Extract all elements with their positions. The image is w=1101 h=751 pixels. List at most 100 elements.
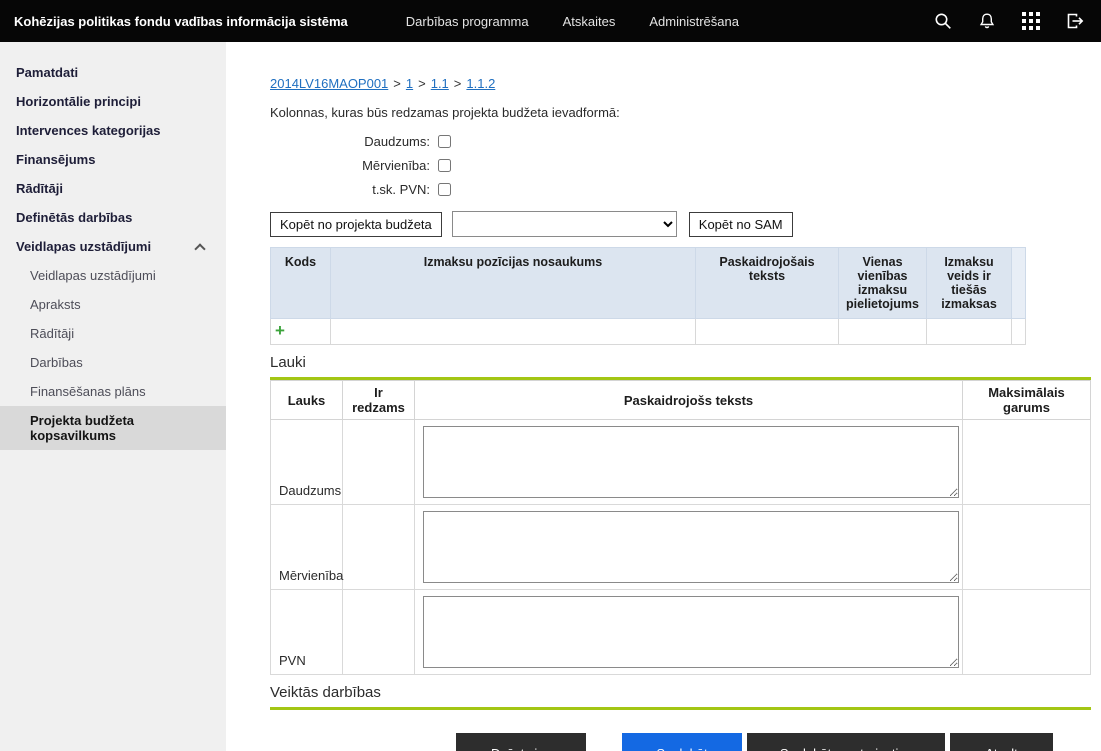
main-nav: Darbības programma Atskaites Administrēš… <box>406 14 739 29</box>
sidebar-item-label: Veidlapas uzstādījumi <box>16 239 151 254</box>
budget-col-position-name: Izmaksu pozīcijas nosaukums <box>331 248 696 319</box>
mervieniba-checkbox[interactable] <box>438 159 451 172</box>
pvn-checkbox[interactable] <box>438 183 451 196</box>
breadcrumb-link-1-1-2[interactable]: 1.1.2 <box>466 76 495 91</box>
pvn-text-input[interactable] <box>423 596 959 668</box>
sidebar-subitem-darbibas[interactable]: Darbības <box>0 348 226 377</box>
sidebar-item-definetas-darbibas[interactable]: Definētās darbības <box>0 203 226 232</box>
copy-source-select[interactable] <box>452 211 677 237</box>
sidebar-item-label: Horizontālie principi <box>16 94 141 109</box>
sidebar-item-raditaji[interactable]: Rādītāji <box>0 174 226 203</box>
sidebar-subitem-label: Rādītāji <box>30 326 74 341</box>
apps-grid-icon[interactable] <box>1021 11 1041 31</box>
sidebar-item-label: Finansējums <box>16 152 95 167</box>
actions-section-divider <box>270 707 1091 710</box>
sidebar-subitem-label: Darbības <box>30 355 83 370</box>
copy-controls-row: Kopēt no projekta budžeta Kopēt no SAM <box>270 211 1091 237</box>
sidebar-subitem-apraksts[interactable]: Apraksts <box>0 290 226 319</box>
mervieniba-text-input[interactable] <box>423 511 959 583</box>
sidebar-subitem-label: Apraksts <box>30 297 81 312</box>
fields-col-lauks: Lauks <box>271 381 343 420</box>
field-label: PVN <box>271 590 343 675</box>
nav-darbibas-programma[interactable]: Darbības programma <box>406 14 529 29</box>
breadcrumb-separator: > <box>418 76 426 91</box>
sidebar-item-label: Definētās darbības <box>16 210 132 225</box>
nav-administresana[interactable]: Administrēšana <box>649 14 739 29</box>
chevron-up-icon <box>194 243 205 254</box>
sidebar-subitem-finansesanas-plans[interactable]: Finansēšanas plāns <box>0 377 226 406</box>
breadcrumb-link-program[interactable]: 2014LV16MAOP001 <box>270 76 388 91</box>
sidebar-item-horizontalie-principi[interactable]: Horizontālie principi <box>0 87 226 116</box>
field-text-cell <box>415 505 963 590</box>
sidebar-item-pamatdati[interactable]: Pamatdati <box>0 58 226 87</box>
budget-col-kods: Kods <box>271 248 331 319</box>
actions-section-title: Veiktās darbības <box>270 684 1091 701</box>
sidebar-subitem-label: Projekta budžeta kopsavilkums <box>30 413 134 443</box>
budget-empty-cell <box>696 319 839 345</box>
breadcrumb-link-1-1[interactable]: 1.1 <box>431 76 449 91</box>
breadcrumb-separator: > <box>454 76 462 91</box>
budget-table-header-row: Kods Izmaksu pozīcijas nosaukums Paskaid… <box>271 248 1026 319</box>
field-maxlength-cell <box>963 590 1091 675</box>
sidebar-subitem-raditaji[interactable]: Rādītāji <box>0 319 226 348</box>
logout-icon[interactable] <box>1065 11 1085 31</box>
main-content: 2014LV16MAOP001>1>1.1>1.1.2 Kolonnas, ku… <box>226 42 1101 751</box>
breadcrumb-link-1[interactable]: 1 <box>406 76 413 91</box>
sidebar-subitem-veidlapas-uzstadijumi[interactable]: Veidlapas uzstādījumi <box>0 261 226 290</box>
field-text-cell <box>415 590 963 675</box>
sidebar-subitem-label: Veidlapas uzstādījumi <box>30 268 156 283</box>
save-button[interactable]: Saglabāt <box>622 733 742 751</box>
field-visible-cell <box>343 505 415 590</box>
search-icon[interactable] <box>933 11 953 31</box>
field-row-mervieniba: Mērvienība <box>271 505 1091 590</box>
sidebar-item-label: Pamatdati <box>16 65 78 80</box>
budget-positions-table: Kods Izmaksu pozīcijas nosaukums Paskaid… <box>270 247 1026 345</box>
field-text-cell <box>415 420 963 505</box>
app-title: Kohēzijas politikas fondu vadības inform… <box>0 14 362 29</box>
add-row-icon[interactable]: + <box>275 324 285 338</box>
sidebar-item-intervences-kategorijas[interactable]: Intervences kategorijas <box>0 116 226 145</box>
budget-empty-cell <box>331 319 696 345</box>
header-icons <box>933 11 1101 31</box>
sidebar-subitem-projekta-budzeta-kopsavilkums[interactable]: Projekta budžeta kopsavilkums <box>0 406 226 450</box>
budget-add-row: + <box>271 319 1026 345</box>
daudzums-text-input[interactable] <box>423 426 959 498</box>
checkbox-row-pvn: t.sk. PVN: <box>270 177 1091 201</box>
budget-empty-cell <box>839 319 927 345</box>
checkbox-row-daudzums: Daudzums: <box>270 129 1091 153</box>
footer-buttons: Dzēst visu Saglabāt Saglabāt un atgriezt… <box>270 733 1091 751</box>
sidebar-subitem-label: Finansēšanas plāns <box>30 384 146 399</box>
budget-add-cell: + <box>271 319 331 345</box>
field-maxlength-cell <box>963 420 1091 505</box>
budget-col-direct-costs: Izmaksu veids ir tiešās izmaksas <box>927 248 1012 319</box>
sidebar: Pamatdati Horizontālie principi Interven… <box>0 42 226 751</box>
field-maxlength-cell <box>963 505 1091 590</box>
field-row-pvn: PVN <box>271 590 1091 675</box>
budget-col-spacer <box>1012 248 1026 319</box>
bell-icon[interactable] <box>977 11 997 31</box>
field-label: Daudzums <box>271 420 343 505</box>
daudzums-checkbox-label: Daudzums: <box>270 134 430 149</box>
field-label: Mērvienība <box>271 505 343 590</box>
budget-col-explanatory-text: Paskaidrojošais teksts <box>696 248 839 319</box>
mervieniba-checkbox-label: Mērvienība: <box>270 158 430 173</box>
fields-table-header-row: Lauks Ir redzams Paskaidrojošs teksts Ma… <box>271 381 1091 420</box>
sidebar-item-finansejums[interactable]: Finansējums <box>0 145 226 174</box>
save-and-return-button[interactable]: Saglabāt un atgriezties <box>747 733 945 751</box>
nav-atskaites[interactable]: Atskaites <box>563 14 616 29</box>
breadcrumb-separator: > <box>393 76 401 91</box>
sidebar-item-label: Rādītāji <box>16 181 63 196</box>
breadcrumb: 2014LV16MAOP001 >1 >1.1 >1.1.2 <box>270 76 1091 91</box>
top-header: Kohēzijas politikas fondu vadības inform… <box>0 0 1101 42</box>
budget-empty-cell <box>1012 319 1026 345</box>
daudzums-checkbox[interactable] <box>438 135 451 148</box>
delete-all-button[interactable]: Dzēst visu <box>456 733 586 751</box>
fields-col-paskaidrojoss-teksts: Paskaidrojošs teksts <box>415 381 963 420</box>
copy-from-sam-button[interactable]: Kopēt no SAM <box>689 212 793 237</box>
cancel-button[interactable]: Atcelt <box>950 733 1053 751</box>
sidebar-item-veidlapas-uzstadijumi[interactable]: Veidlapas uzstādījumi <box>0 232 226 261</box>
field-visible-cell <box>343 420 415 505</box>
fields-col-ir-redzams: Ir redzams <box>343 381 415 420</box>
pvn-checkbox-label: t.sk. PVN: <box>270 182 430 197</box>
copy-from-project-budget-button[interactable]: Kopēt no projekta budžeta <box>270 212 442 237</box>
